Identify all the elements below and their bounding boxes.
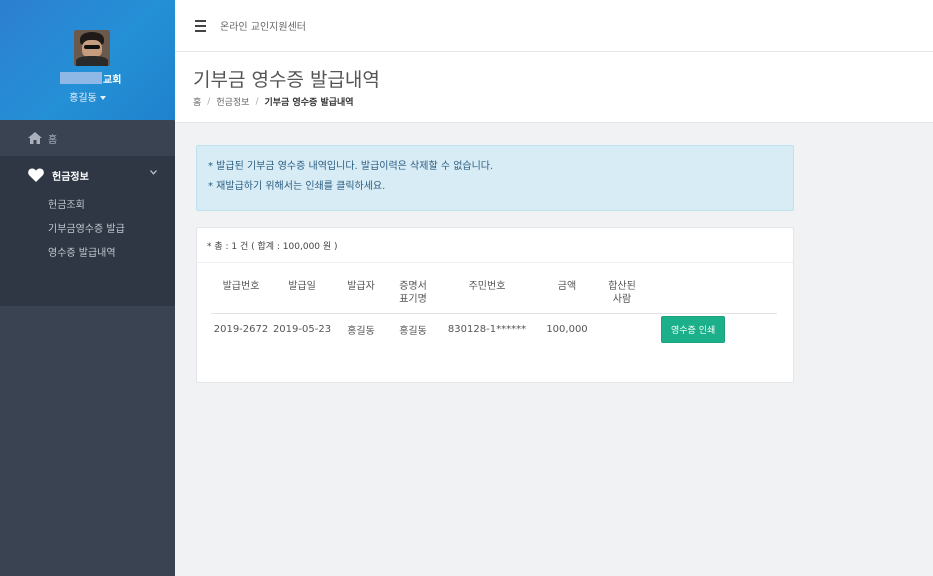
home-icon — [28, 132, 42, 144]
user-name: 홍길동 — [69, 93, 97, 104]
alert-line: * 재발급하기 위해서는 인쇄를 클릭하세요. — [208, 181, 386, 192]
hamburger-menu-icon[interactable] — [195, 19, 206, 32]
top-bar: 온라인 교인지원센터 — [175, 0, 933, 52]
sidebar-item-home[interactable]: 홈 — [0, 120, 175, 156]
print-receipt-button[interactable]: 영수증 인쇄 — [661, 315, 726, 343]
breadcrumb: 홈 / 헌금정보 / 기부금 영수증 발급내역 — [193, 95, 354, 109]
sidebar-subitem-offering-search[interactable]: 헌금조회 — [0, 194, 175, 218]
cell-number: 2019-2672 — [213, 323, 269, 335]
redacted-church-name — [60, 72, 102, 84]
heart-icon — [28, 168, 44, 182]
breadcrumb-home[interactable]: 홈 — [193, 95, 201, 108]
avatar[interactable] — [74, 30, 110, 66]
sidebar-subitem-receipt-history[interactable]: 영수증 발급내역 — [0, 242, 175, 266]
header-cert-name: 증명서 표기명 — [389, 278, 437, 313]
table-header: 발급번호 발급일 발급자 증명서 표기명 주민번호 금액 합산된 사람 — [211, 278, 777, 314]
breadcrumb-separator: / — [207, 96, 211, 107]
cell-resident-no: 830128-1****** — [447, 323, 527, 335]
church-line: 교회 — [60, 72, 122, 86]
header-line: 합산된 — [608, 281, 636, 292]
summary-text: * 총 : 1 건 ( 합계 : 100,000 원 ) — [197, 228, 793, 263]
caret-down-icon — [99, 96, 106, 100]
receipt-history-panel: * 총 : 1 건 ( 합계 : 100,000 원 ) 발급번호 발급일 발급… — [196, 227, 794, 383]
cell-date: 2019-05-23 — [272, 323, 332, 335]
sidebar-item-label: 헌금정보 — [52, 171, 89, 183]
sidebar-subitem-issue-receipt[interactable]: 기부금영수증 발급 — [0, 218, 175, 242]
sidebar-group-offering: 헌금정보 헌금조회 기부금영수증 발급 영수증 발급내역 — [0, 156, 175, 306]
site-title: 온라인 교인지원센터 — [220, 22, 306, 33]
header-issuer: 발급자 — [347, 281, 375, 292]
info-alert: * 발급된 기부금 영수증 내역입니다. 발급이력은 삭제할 수 없습니다. *… — [196, 145, 794, 211]
page-header: 기부금 영수증 발급내역 홈 / 헌금정보 / 기부금 영수증 발급내역 — [175, 52, 933, 123]
alert-line: * 발급된 기부금 영수증 내역입니다. 발급이력은 삭제할 수 없습니다. — [208, 161, 494, 172]
profile-panel: 교회 홍길동 — [0, 0, 175, 120]
cell-cert-name: 홍길동 — [399, 325, 427, 337]
header-amount: 금액 — [557, 281, 577, 292]
sidebar: 교회 홍길동 홈 헌금정보 헌금조회 기부금영수증 발급 영수증 발급내역 — [0, 0, 175, 576]
user-menu-toggle[interactable]: 홍길동 — [0, 89, 175, 104]
sidebar-item-offering[interactable]: 헌금정보 — [0, 156, 175, 194]
breadcrumb-offering[interactable]: 헌금정보 — [216, 95, 249, 108]
header-date: 발급일 — [288, 281, 316, 292]
breadcrumb-current: 기부금 영수증 발급내역 — [264, 98, 354, 108]
cell-action: 영수증 인쇄 — [647, 315, 737, 343]
header-number: 발급번호 — [222, 281, 260, 292]
header-resident-no: 주민번호 — [468, 281, 506, 292]
receipt-table: 발급번호 발급일 발급자 증명서 표기명 주민번호 금액 합산된 사람 2019… — [211, 278, 777, 344]
header-line: 표기명 — [399, 294, 427, 305]
sidebar-item-label: 홈 — [48, 134, 58, 146]
breadcrumb-separator: / — [255, 96, 259, 107]
header-line: 증명서 — [399, 281, 427, 292]
sidebar-nav: 홈 헌금정보 헌금조회 기부금영수증 발급 영수증 발급내역 — [0, 120, 175, 306]
cell-amount: 100,000 — [546, 323, 588, 335]
header-line: 사람 — [612, 294, 632, 305]
header-merged: 합산된 사람 — [597, 278, 647, 313]
header-action — [647, 278, 737, 313]
table-row: 2019-2672 2019-05-23 홍길동 홍길동 830128-1***… — [211, 314, 777, 344]
chevron-down-icon — [150, 170, 157, 175]
page-title: 기부금 영수증 발급내역 — [193, 69, 380, 91]
cell-issuer: 홍길동 — [347, 325, 375, 337]
church-name: 교회 — [103, 74, 122, 86]
